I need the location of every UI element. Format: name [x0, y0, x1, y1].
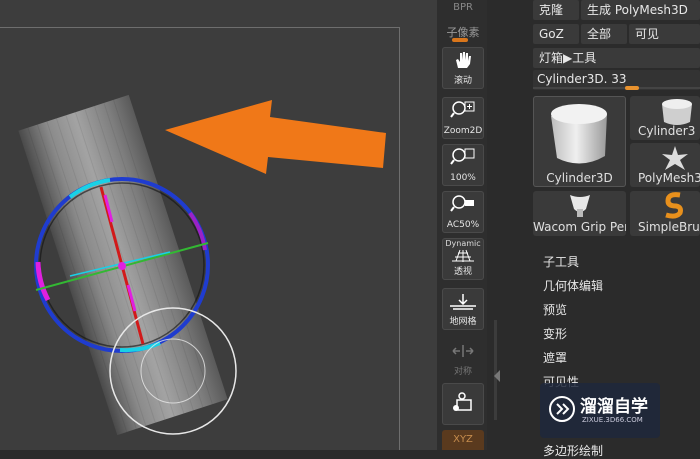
tool-slider-thumb[interactable]	[624, 86, 639, 90]
visible-button[interactable]: 可见	[629, 24, 700, 44]
all-button[interactable]: 全部	[581, 24, 627, 44]
orange-arrow-icon	[165, 100, 386, 174]
goz-button[interactable]: GoZ	[533, 24, 579, 44]
tool-name: Cylinder3D	[546, 171, 613, 185]
perspective-button[interactable]: Dynamic 透视	[442, 238, 484, 280]
panel-divider	[487, 0, 527, 450]
menu-geometry[interactable]: 几何体编辑	[543, 277, 603, 294]
zoom-100-button[interactable]: 100%	[442, 144, 484, 186]
document-viewport[interactable]	[0, 0, 437, 450]
menu-polypaint[interactable]: 多边形绘制	[543, 442, 603, 459]
zoom-100-icon	[442, 147, 484, 169]
menu-subtool[interactable]: 子工具	[543, 253, 579, 270]
zoom2d-button[interactable]: Zoom2D	[442, 97, 484, 139]
scroll-button[interactable]: 滚动	[442, 47, 484, 89]
local-transform-button[interactable]	[442, 383, 484, 425]
scroll-label: 滚动	[453, 76, 472, 86]
tool-cylinder3[interactable]: Cylinder3	[630, 96, 700, 140]
tool-name: SimpleBru	[638, 220, 700, 234]
tool-name: PolyMesh3	[638, 171, 700, 185]
zoom-ac50-icon	[442, 194, 484, 216]
local-transform-icon	[442, 391, 484, 413]
tool-slider-track	[533, 87, 700, 89]
symmetry-label: 对称	[453, 367, 472, 377]
cylinder-3d-icon	[551, 104, 607, 164]
xyz-button[interactable]: XYZ	[442, 430, 484, 450]
zoom-100-label: 100%	[450, 173, 476, 183]
dynamic-label: Dynamic	[445, 239, 481, 248]
watermark-url: ZIXUE.3D66.COM	[582, 416, 643, 424]
zoom2d-label: Zoom2D	[443, 126, 483, 136]
symmetry-button[interactable]: 对称	[442, 338, 484, 380]
make-polymesh-button[interactable]: 生成 PolyMesh3D	[581, 0, 700, 20]
bpr-label: BPR	[453, 2, 473, 13]
simple-brush-icon	[665, 192, 683, 219]
tool-name: Wacom Grip Pen	[533, 220, 626, 234]
ac50-label: AC50%	[446, 220, 480, 230]
floor-grid-icon	[442, 291, 484, 313]
polymesh-star-icon	[662, 146, 688, 170]
watermark: 溜溜自学 ZIXUE.3D66.COM	[540, 383, 660, 438]
cylinder-small-icon	[662, 99, 692, 125]
tool-polymesh3[interactable]: PolyMesh3	[630, 143, 700, 187]
symmetry-icon	[442, 341, 484, 363]
menu-masking[interactable]: 遮罩	[543, 349, 567, 366]
clone-button[interactable]: 克隆	[533, 0, 579, 20]
tool-slider-label: Cylinder3D. 33	[537, 72, 627, 86]
subpixel-slider[interactable]	[452, 38, 468, 42]
tool-cylinder3d[interactable]: Cylinder3D	[533, 96, 626, 187]
floor-grid-label: 地网格	[449, 317, 477, 327]
watermark-title: 溜溜自学	[580, 397, 648, 417]
menu-preview[interactable]: 预览	[543, 301, 567, 318]
tool-slider[interactable]: Cylinder3D. 33	[533, 70, 700, 90]
zoom-2d-icon	[442, 100, 484, 122]
lightbox-tools-button[interactable]: 灯箱▶工具	[533, 48, 700, 68]
scroll-hand-icon	[442, 50, 484, 72]
tool-wacom-grip-pen[interactable]: Wacom Grip Pen	[533, 191, 626, 236]
tool-simple-brush[interactable]: SimpleBru	[630, 191, 700, 236]
watermark-logo-icon	[549, 396, 575, 422]
xyz-label: XYZ	[453, 434, 473, 445]
collapse-arrow-icon[interactable]	[494, 370, 500, 382]
floor-grid-button[interactable]: 地网格	[442, 288, 484, 330]
menu-deformation[interactable]: 变形	[543, 325, 567, 342]
perspective-label: 透视	[453, 267, 472, 277]
ac50-button[interactable]: AC50%	[442, 191, 484, 233]
grip-pen-icon	[570, 195, 590, 217]
bpr-button[interactable]: BPR	[442, 2, 484, 13]
scene-svg[interactable]	[0, 0, 437, 450]
right-shelf: BPR 子像素 滚动 Zoom2D 100% AC50% Dynamic 透视	[437, 0, 487, 450]
tool-name: Cylinder3	[638, 124, 696, 138]
